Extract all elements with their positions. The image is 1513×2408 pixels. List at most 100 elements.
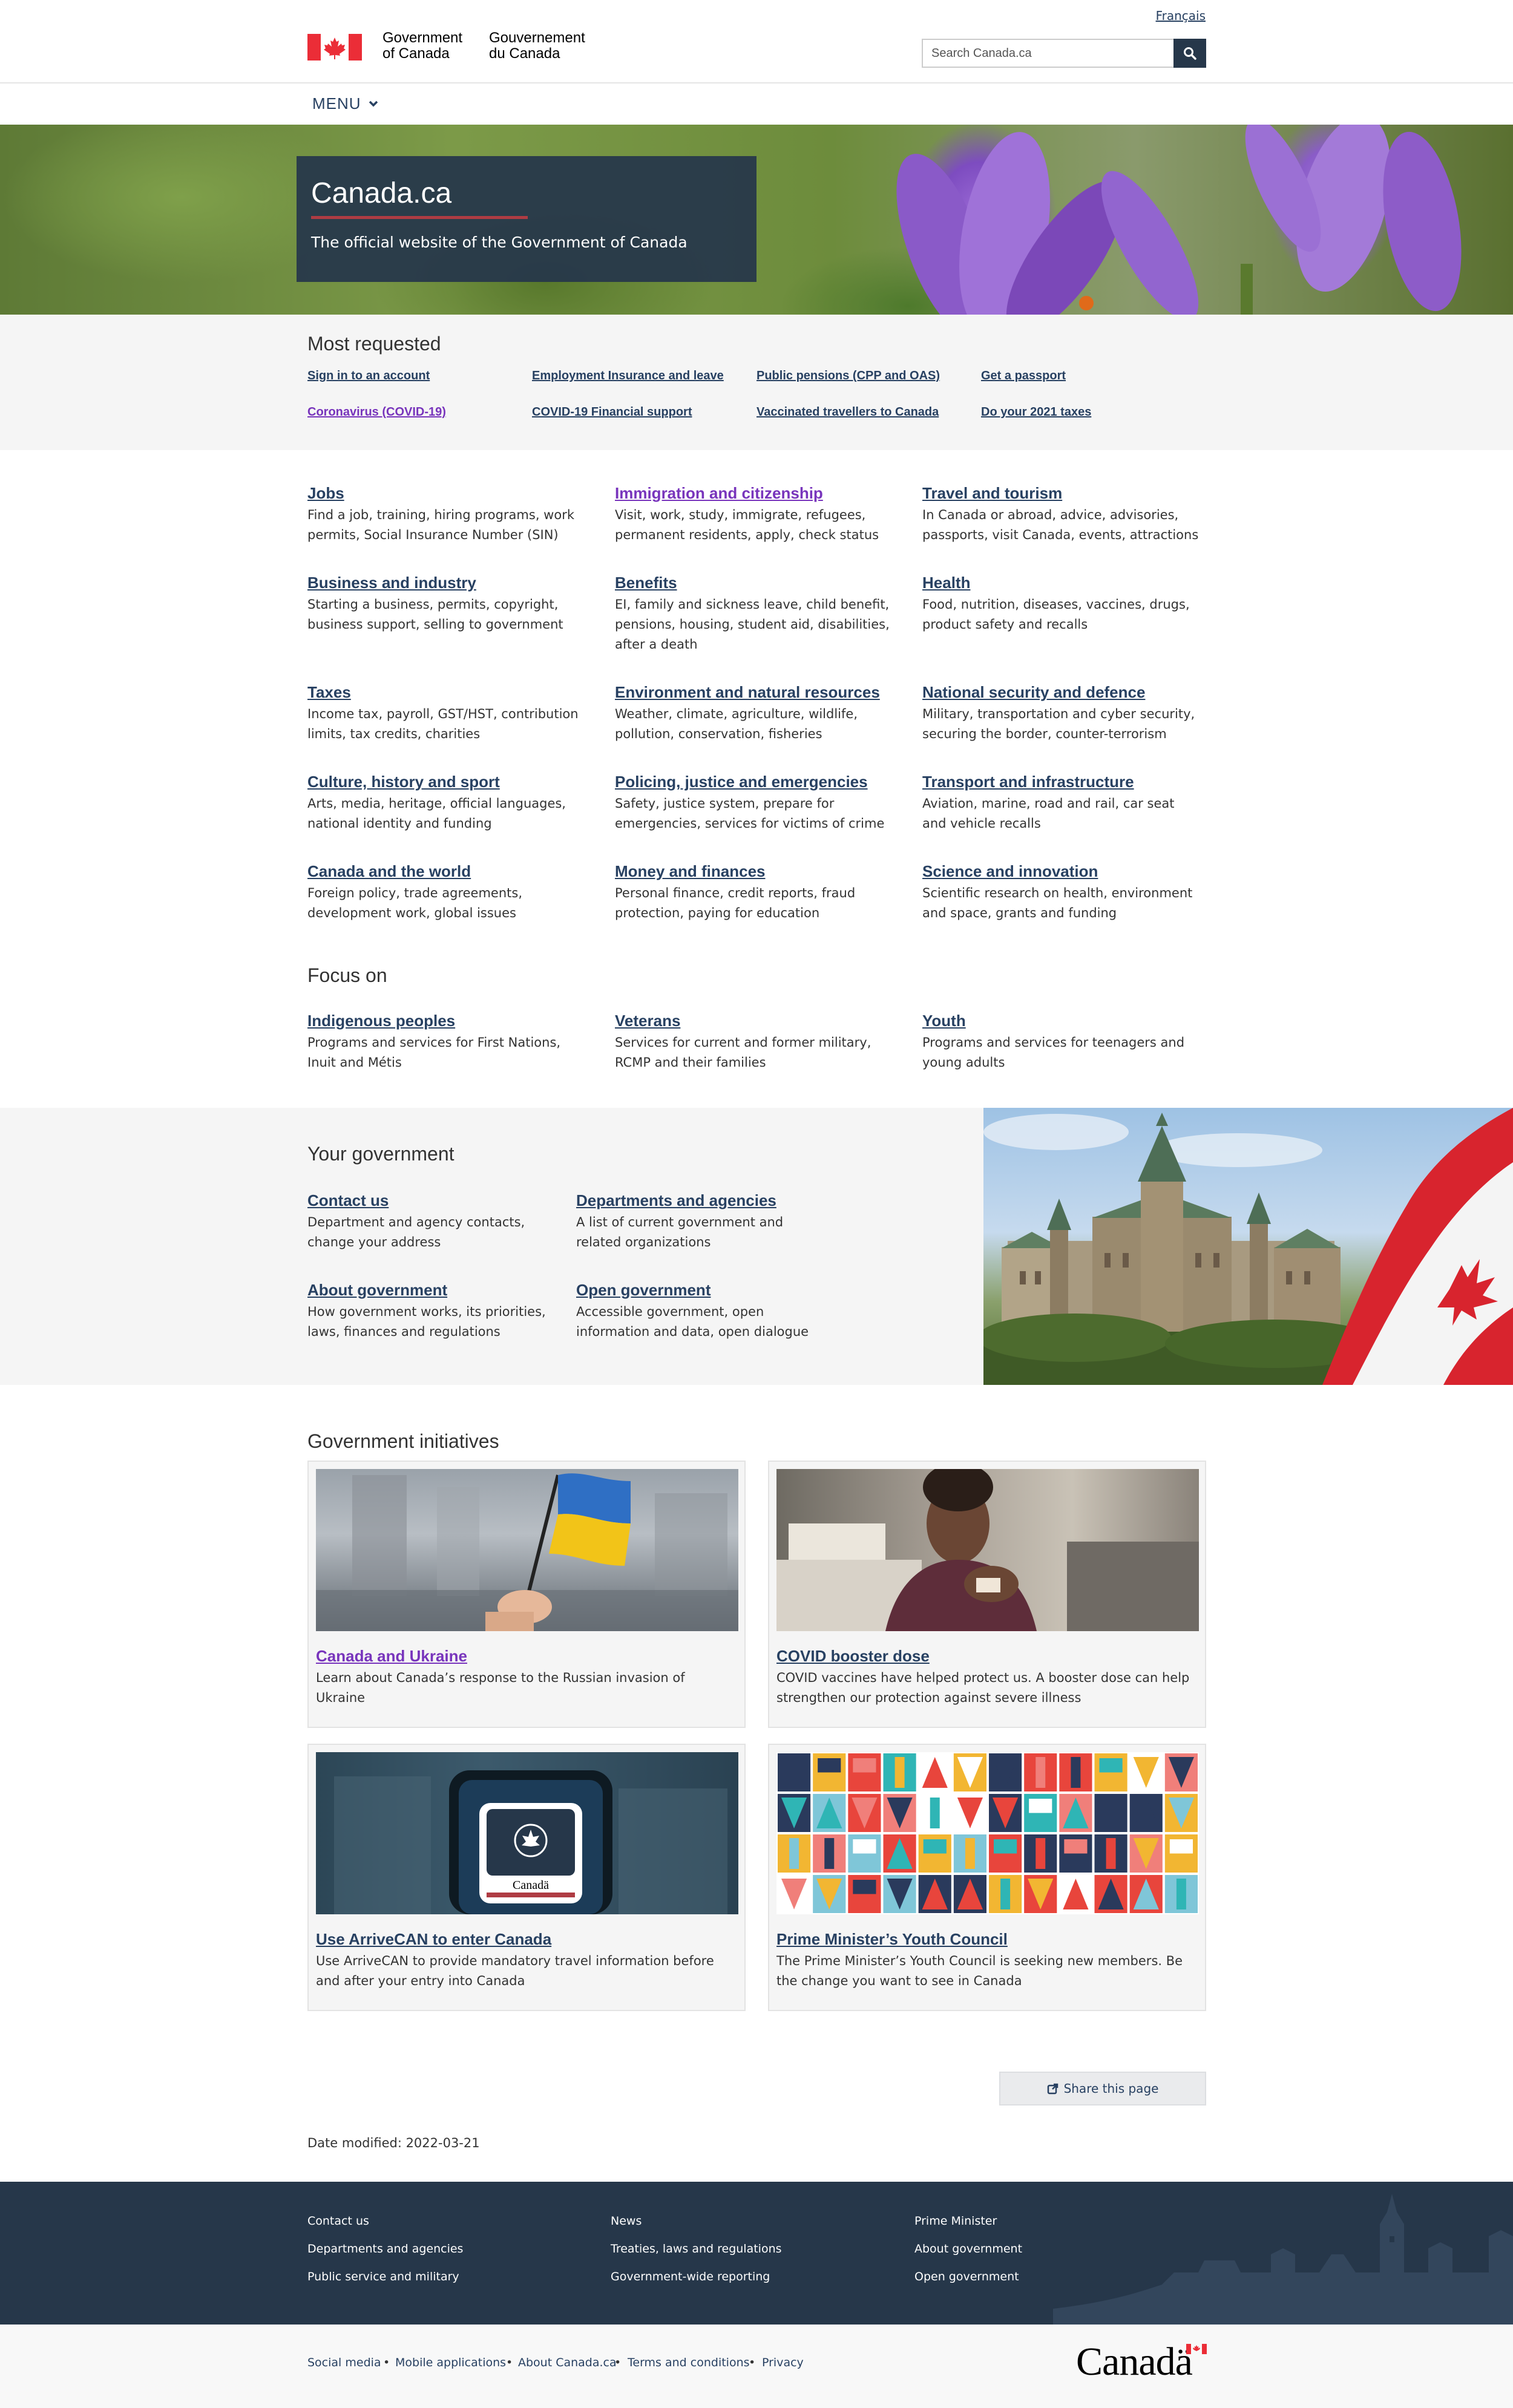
footer-bottom-link[interactable]: About Canada.ca: [518, 2356, 617, 2369]
most-requested-link[interactable]: Do your 2021 taxes: [981, 405, 1091, 419]
focus-link[interactable]: Veterans: [615, 1012, 893, 1030]
most-requested-link[interactable]: Employment Insurance and leave: [532, 369, 724, 383]
footer-link[interactable]: Open government: [914, 2270, 1019, 2283]
hero-title-underline: [311, 216, 528, 219]
initiative-description: The Prime Minister’s Youth Council is se…: [776, 1954, 1183, 1988]
focus-link[interactable]: Indigenous peoples: [307, 1012, 586, 1030]
hero-banner: Canada.ca The official website of the Go…: [0, 125, 1513, 315]
footer-link[interactable]: Contact us: [307, 2214, 369, 2228]
most-requested-link[interactable]: Vaccinated travellers to Canada: [756, 405, 939, 419]
share-page-button[interactable]: Share this page: [999, 2072, 1206, 2105]
initiative-card[interactable]: Canadä Use ArriveCAN to enter Canada Use…: [307, 1744, 746, 2011]
mosaic-shape: [1099, 1758, 1123, 1773]
focus-link[interactable]: Youth: [922, 1012, 1201, 1030]
mosaic-shape: [789, 1838, 799, 1869]
footer-bottom-link[interactable]: Privacy: [762, 2356, 804, 2369]
topic-link[interactable]: Benefits: [615, 574, 893, 592]
signature-french[interactable]: Gouvernement du Canada: [489, 30, 585, 62]
most-requested-link[interactable]: Coronavirus (COVID-19): [307, 405, 446, 419]
footer-link[interactable]: Government-wide reporting: [611, 2270, 770, 2283]
topic-link[interactable]: Jobs: [307, 484, 586, 503]
focus-description: Services for current and former military…: [615, 1035, 871, 1070]
wordmark-flag-icon: [1186, 2344, 1207, 2354]
topic-link[interactable]: Travel and tourism: [922, 484, 1201, 503]
topic-link[interactable]: Transport and infrastructure: [922, 773, 1201, 791]
footer-link[interactable]: About government: [914, 2242, 1022, 2256]
language-toggle-link[interactable]: Français: [1156, 8, 1206, 23]
hero-subtitle: The official website of the Government o…: [311, 234, 688, 251]
gov-link[interactable]: Departments and agencies: [576, 1191, 824, 1210]
footer-link[interactable]: Departments and agencies: [307, 2242, 463, 2256]
initiative-link[interactable]: Prime Minister’s Youth Council: [776, 1930, 1198, 1949]
footer-bottom-link[interactable]: Terms and conditions: [628, 2356, 750, 2369]
search-input[interactable]: Search Canada.ca: [922, 39, 1173, 68]
your-government-heading: Your government: [307, 1143, 455, 1165]
topic-link[interactable]: Canada and the world: [307, 862, 586, 881]
topic-link[interactable]: Science and innovation: [922, 862, 1201, 881]
gov-description: Accessible government, open information …: [576, 1304, 809, 1339]
footer-link[interactable]: News: [611, 2214, 642, 2228]
initiative-link[interactable]: COVID booster dose: [776, 1647, 1198, 1666]
topic-link[interactable]: Environment and natural resources: [615, 683, 893, 702]
menu-button[interactable]: MENU: [312, 94, 378, 113]
gov-link[interactable]: Open government: [576, 1281, 824, 1300]
initiative-card[interactable]: COVID booster dose COVID vaccines have h…: [768, 1461, 1206, 1728]
search-icon: [1184, 47, 1196, 60]
initiative-card[interactable]: Prime Minister’s Youth Council The Prime…: [768, 1744, 1206, 2011]
search-button[interactable]: [1173, 39, 1206, 68]
topic-taxes: Taxes Income tax, payroll, GST/HST, cont…: [307, 683, 586, 744]
mosaic-shape: [818, 1758, 841, 1773]
topic-description: Weather, climate, agriculture, wildlife,…: [615, 707, 858, 741]
gov-item: Contact us Department and agency contact…: [307, 1191, 556, 1252]
hero-title: Canada.ca: [311, 177, 452, 209]
footer-link[interactable]: Treaties, laws and regulations: [611, 2242, 782, 2256]
footer-bottom-link[interactable]: Mobile applications: [395, 2356, 506, 2369]
most-requested-link[interactable]: Sign in to an account: [307, 369, 430, 383]
footer-bottom-link[interactable]: Social media: [307, 2356, 381, 2369]
gov-link[interactable]: About government: [307, 1281, 556, 1300]
topic-description: Foreign policy, trade agreements, develo…: [307, 886, 523, 920]
topic-link[interactable]: Culture, history and sport: [307, 773, 586, 791]
topic-policing: Policing, justice and emergencies Safety…: [615, 773, 893, 834]
mosaic-shape: [930, 1798, 940, 1828]
separator-dot: •: [506, 2356, 513, 2369]
topic-money: Money and finances Personal finance, cre…: [615, 862, 893, 923]
gov-link[interactable]: Contact us: [307, 1191, 556, 1210]
youth-council-mosaic-image: [776, 1752, 1199, 1914]
topic-link[interactable]: Health: [922, 574, 1201, 592]
mosaic-shape: [853, 1880, 876, 1894]
separator-dot: •: [749, 2356, 756, 2369]
most-requested-link[interactable]: Public pensions (CPP and OAS): [756, 369, 940, 383]
signature-english[interactable]: Government of Canada: [382, 30, 462, 62]
most-requested-link[interactable]: COVID-19 Financial support: [532, 405, 692, 419]
footer-link[interactable]: Prime Minister: [914, 2214, 997, 2228]
topic-link[interactable]: Taxes: [307, 683, 586, 702]
most-requested-section: Most requested Sign in to an account Emp…: [0, 315, 1513, 450]
mosaic-shape: [994, 1839, 1017, 1854]
initiative-card[interactable]: Canada and Ukraine Learn about Canada’s …: [307, 1461, 746, 1728]
topic-description: Arts, media, heritage, official language…: [307, 796, 566, 831]
most-requested-link[interactable]: Get a passport: [981, 369, 1066, 383]
initiative-link[interactable]: Canada and Ukraine: [316, 1647, 737, 1666]
topic-link[interactable]: Money and finances: [615, 862, 893, 881]
focus-description: Programs and services for First Nations,…: [307, 1035, 561, 1070]
topic-culture: Culture, history and sport Arts, media, …: [307, 773, 586, 834]
ukraine-flag-image: [316, 1469, 738, 1631]
topic-link[interactable]: Business and industry: [307, 574, 586, 592]
footer-link[interactable]: Public service and military: [307, 2270, 459, 2283]
topic-link[interactable]: Policing, justice and emergencies: [615, 773, 893, 791]
mosaic-shape: [1176, 1879, 1186, 1909]
topic-description: Starting a business, permits, copyright,…: [307, 597, 563, 632]
mosaic-shape: [1029, 1799, 1052, 1813]
initiatives-heading: Government initiatives: [307, 1430, 499, 1452]
site-header: Français Government of Canada Gouverneme…: [0, 0, 1513, 113]
topic-science: Science and innovation Scientific resear…: [922, 862, 1201, 923]
topic-link[interactable]: Immigration and citizenship: [615, 484, 893, 503]
topic-immigration: Immigration and citizenship Visit, work,…: [615, 484, 893, 545]
initiative-link[interactable]: Use ArriveCAN to enter Canada: [316, 1930, 737, 1949]
topic-description: Visit, work, study, immigrate, refugees,…: [615, 508, 879, 542]
topic-environment: Environment and natural resources Weathe…: [615, 683, 893, 744]
topic-description: Safety, justice system, prepare for emer…: [615, 796, 885, 831]
topic-link[interactable]: National security and defence: [922, 683, 1201, 702]
topic-description: Scientific research on health, environme…: [922, 886, 1193, 920]
